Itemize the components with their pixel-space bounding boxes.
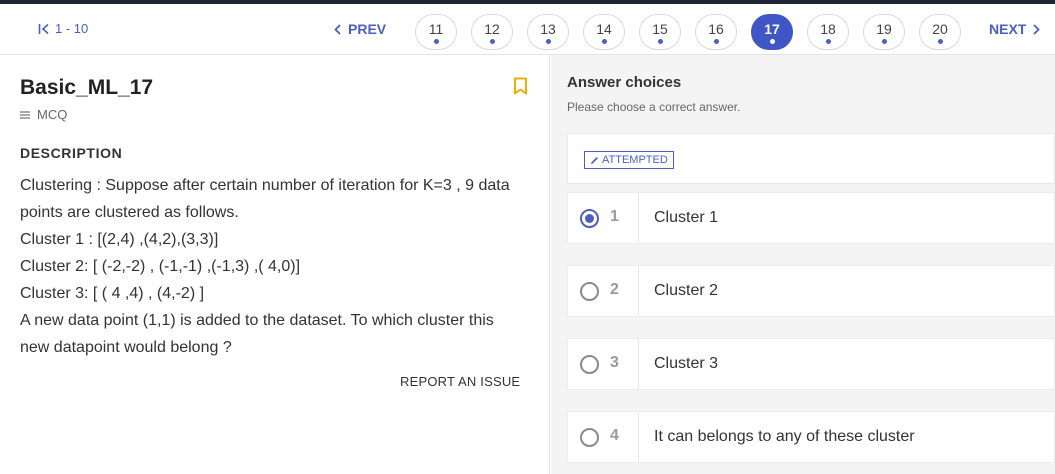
prev-label: PREV (348, 21, 387, 37)
choice-number: 1 (610, 208, 619, 225)
description-heading: DESCRIPTION (20, 145, 123, 161)
choice-text: Cluster 1 (654, 209, 719, 226)
choice-text: Cluster 3 (654, 355, 719, 372)
description-text: Clustering : Suppose after certain numbe… (20, 172, 540, 361)
page-number: 19 (876, 21, 892, 37)
divider (638, 339, 639, 389)
description-line: Cluster 2: [ (-2,-2) , (-1,-1) ,(-1,3) ,… (20, 258, 301, 275)
next-button[interactable]: NEXT (989, 21, 1041, 37)
page-20-button[interactable]: 20 (919, 14, 961, 50)
page-number: 12 (484, 21, 500, 37)
choice-text: Cluster 2 (654, 282, 719, 299)
page-13-button[interactable]: 13 (527, 14, 569, 50)
page-number: 13 (540, 21, 556, 37)
description-line: Clustering : Suppose after certain numbe… (20, 177, 510, 194)
radio-button-selected[interactable] (580, 209, 599, 228)
first-page-icon (38, 23, 49, 34)
page-number: 15 (652, 21, 668, 37)
page-number: 16 (708, 21, 724, 37)
answer-choice-3[interactable]: 3 Cluster 3 (567, 338, 1055, 390)
radio-button[interactable] (580, 282, 599, 301)
description-line: A new data point (1,1) is added to the d… (20, 312, 494, 329)
attempted-dot (433, 39, 439, 44)
page-18-button[interactable]: 18 (807, 14, 849, 50)
page-number: 18 (820, 21, 836, 37)
question-pager: 1 - 10 PREV 11 12 13 14 15 16 17 18 19 2… (0, 4, 1055, 55)
radio-button[interactable] (580, 355, 599, 374)
attempted-dot (769, 39, 775, 44)
report-issue-link[interactable]: REPORT AN ISSUE (400, 374, 520, 389)
attempted-dot (489, 39, 495, 44)
list-icon (20, 110, 30, 119)
divider (638, 193, 639, 243)
radio-button[interactable] (580, 428, 599, 447)
attempted-dot (881, 39, 887, 44)
answer-choice-1[interactable]: 1 Cluster 1 (567, 192, 1055, 244)
prev-button[interactable]: PREV (333, 21, 386, 37)
page-number: 20 (932, 21, 948, 37)
attempted-dot (601, 39, 607, 44)
choice-number: 3 (610, 354, 619, 371)
attempt-status-box: ATTEMPTED (567, 133, 1055, 184)
answer-choices-subheading: Please choose a correct answer. (567, 100, 741, 114)
bookmark-icon[interactable] (513, 77, 528, 95)
status-badge: ATTEMPTED (584, 151, 674, 169)
pencil-icon (591, 156, 598, 164)
attempted-dot (545, 39, 551, 44)
attempted-dot (937, 39, 943, 44)
description-line: Cluster 1 : [(2,4) ,(4,2),(3,3)] (20, 231, 219, 248)
first-page-link[interactable]: 1 - 10 (38, 21, 88, 36)
answer-choices-heading: Answer choices (567, 74, 682, 91)
page-12-button[interactable]: 12 (471, 14, 513, 50)
divider (638, 412, 639, 462)
choice-text: It can belongs to any of these cluster (654, 428, 915, 445)
page-number: 17 (764, 21, 780, 37)
page-15-button[interactable]: 15 (639, 14, 681, 50)
attempted-dot (657, 39, 663, 44)
description-line: new datapoint would belong ? (20, 339, 232, 356)
first-page-label: 1 - 10 (55, 21, 89, 36)
page-11-button[interactable]: 11 (415, 14, 457, 50)
page-number: 11 (428, 21, 444, 37)
question-type-label: MCQ (37, 107, 68, 122)
answer-choice-4[interactable]: 4 It can belongs to any of these cluster (567, 411, 1055, 463)
page-17-button[interactable]: 17 (751, 14, 793, 50)
question-title: Basic_ML_17 (20, 76, 154, 99)
description-line: Cluster 3: [ ( 4 ,4) , (4,-2) ] (20, 285, 205, 302)
answer-panel: Answer choices Please choose a correct a… (551, 55, 1055, 474)
next-label: NEXT (989, 21, 1027, 37)
attempted-dot (825, 39, 831, 44)
page-14-button[interactable]: 14 (583, 14, 625, 50)
attempted-dot (713, 39, 719, 44)
page-16-button[interactable]: 16 (695, 14, 737, 50)
answer-choice-2[interactable]: 2 Cluster 2 (567, 265, 1055, 317)
chevron-left-icon (334, 23, 341, 35)
question-type: MCQ (20, 107, 67, 122)
description-line: points are clustered as follows. (20, 204, 239, 221)
choice-number: 4 (610, 427, 619, 444)
chevron-right-icon (1033, 23, 1041, 35)
divider (638, 266, 639, 316)
question-panel: Basic_ML_17 MCQ DESCRIPTION Clustering :… (0, 55, 550, 474)
page-number: 14 (596, 21, 612, 37)
page-19-button[interactable]: 19 (863, 14, 905, 50)
choice-number: 2 (610, 281, 619, 298)
status-label: ATTEMPTED (602, 154, 668, 166)
